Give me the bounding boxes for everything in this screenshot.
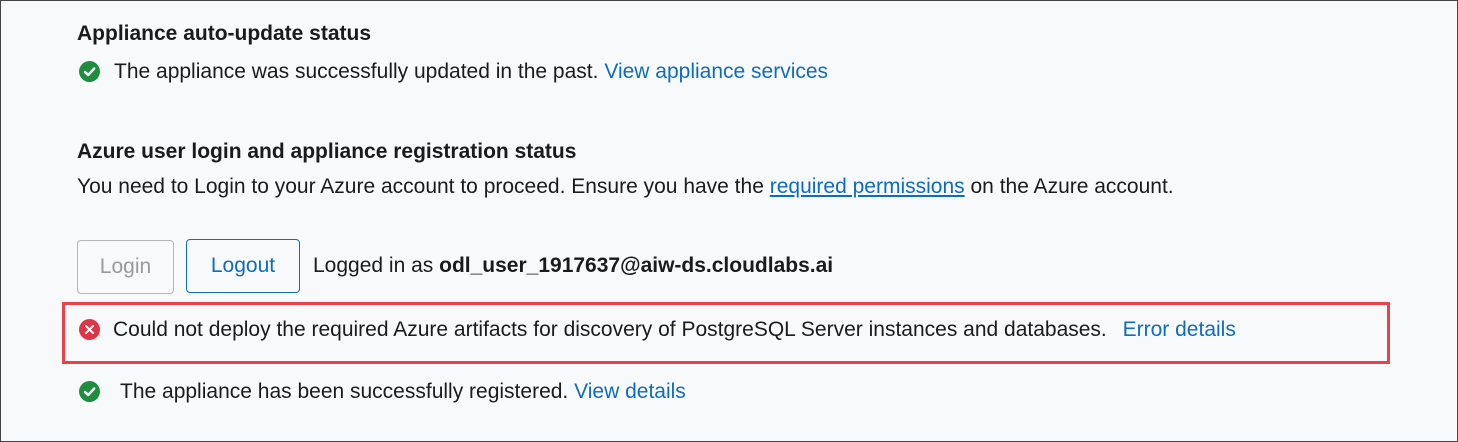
error-details-link[interactable]: Error details bbox=[1123, 318, 1236, 341]
required-permissions-link[interactable]: required permissions bbox=[770, 175, 965, 198]
check-circle-icon bbox=[79, 61, 100, 82]
registration-status: The appliance has been successfully regi… bbox=[120, 380, 569, 403]
azure-login-title: Azure user login and appliance registrat… bbox=[77, 140, 577, 163]
error-circle-icon bbox=[79, 319, 100, 340]
auto-update-title: Appliance auto-update status bbox=[77, 22, 372, 45]
logged-in-user: odl_user_1917637@aiw-ds.cloudlabs.ai bbox=[439, 254, 834, 277]
login-button[interactable]: Login bbox=[77, 240, 174, 294]
logged-in-label: Logged in as bbox=[313, 254, 434, 277]
view-details-link[interactable]: View details bbox=[574, 380, 686, 403]
auto-update-status: The appliance was successfully updated i… bbox=[114, 60, 599, 83]
error-message: Could not deploy the required Azure arti… bbox=[113, 318, 1107, 341]
appliance-status-panel: Appliance auto-update status The applian… bbox=[0, 0, 1458, 442]
logout-button[interactable]: Logout bbox=[186, 239, 300, 293]
check-circle-icon bbox=[79, 381, 100, 402]
view-appliance-services-link[interactable]: View appliance services bbox=[604, 60, 828, 83]
azure-login-desc-end: on the Azure account. bbox=[970, 175, 1174, 198]
azure-login-desc: You need to Login to your Azure account … bbox=[77, 175, 764, 198]
